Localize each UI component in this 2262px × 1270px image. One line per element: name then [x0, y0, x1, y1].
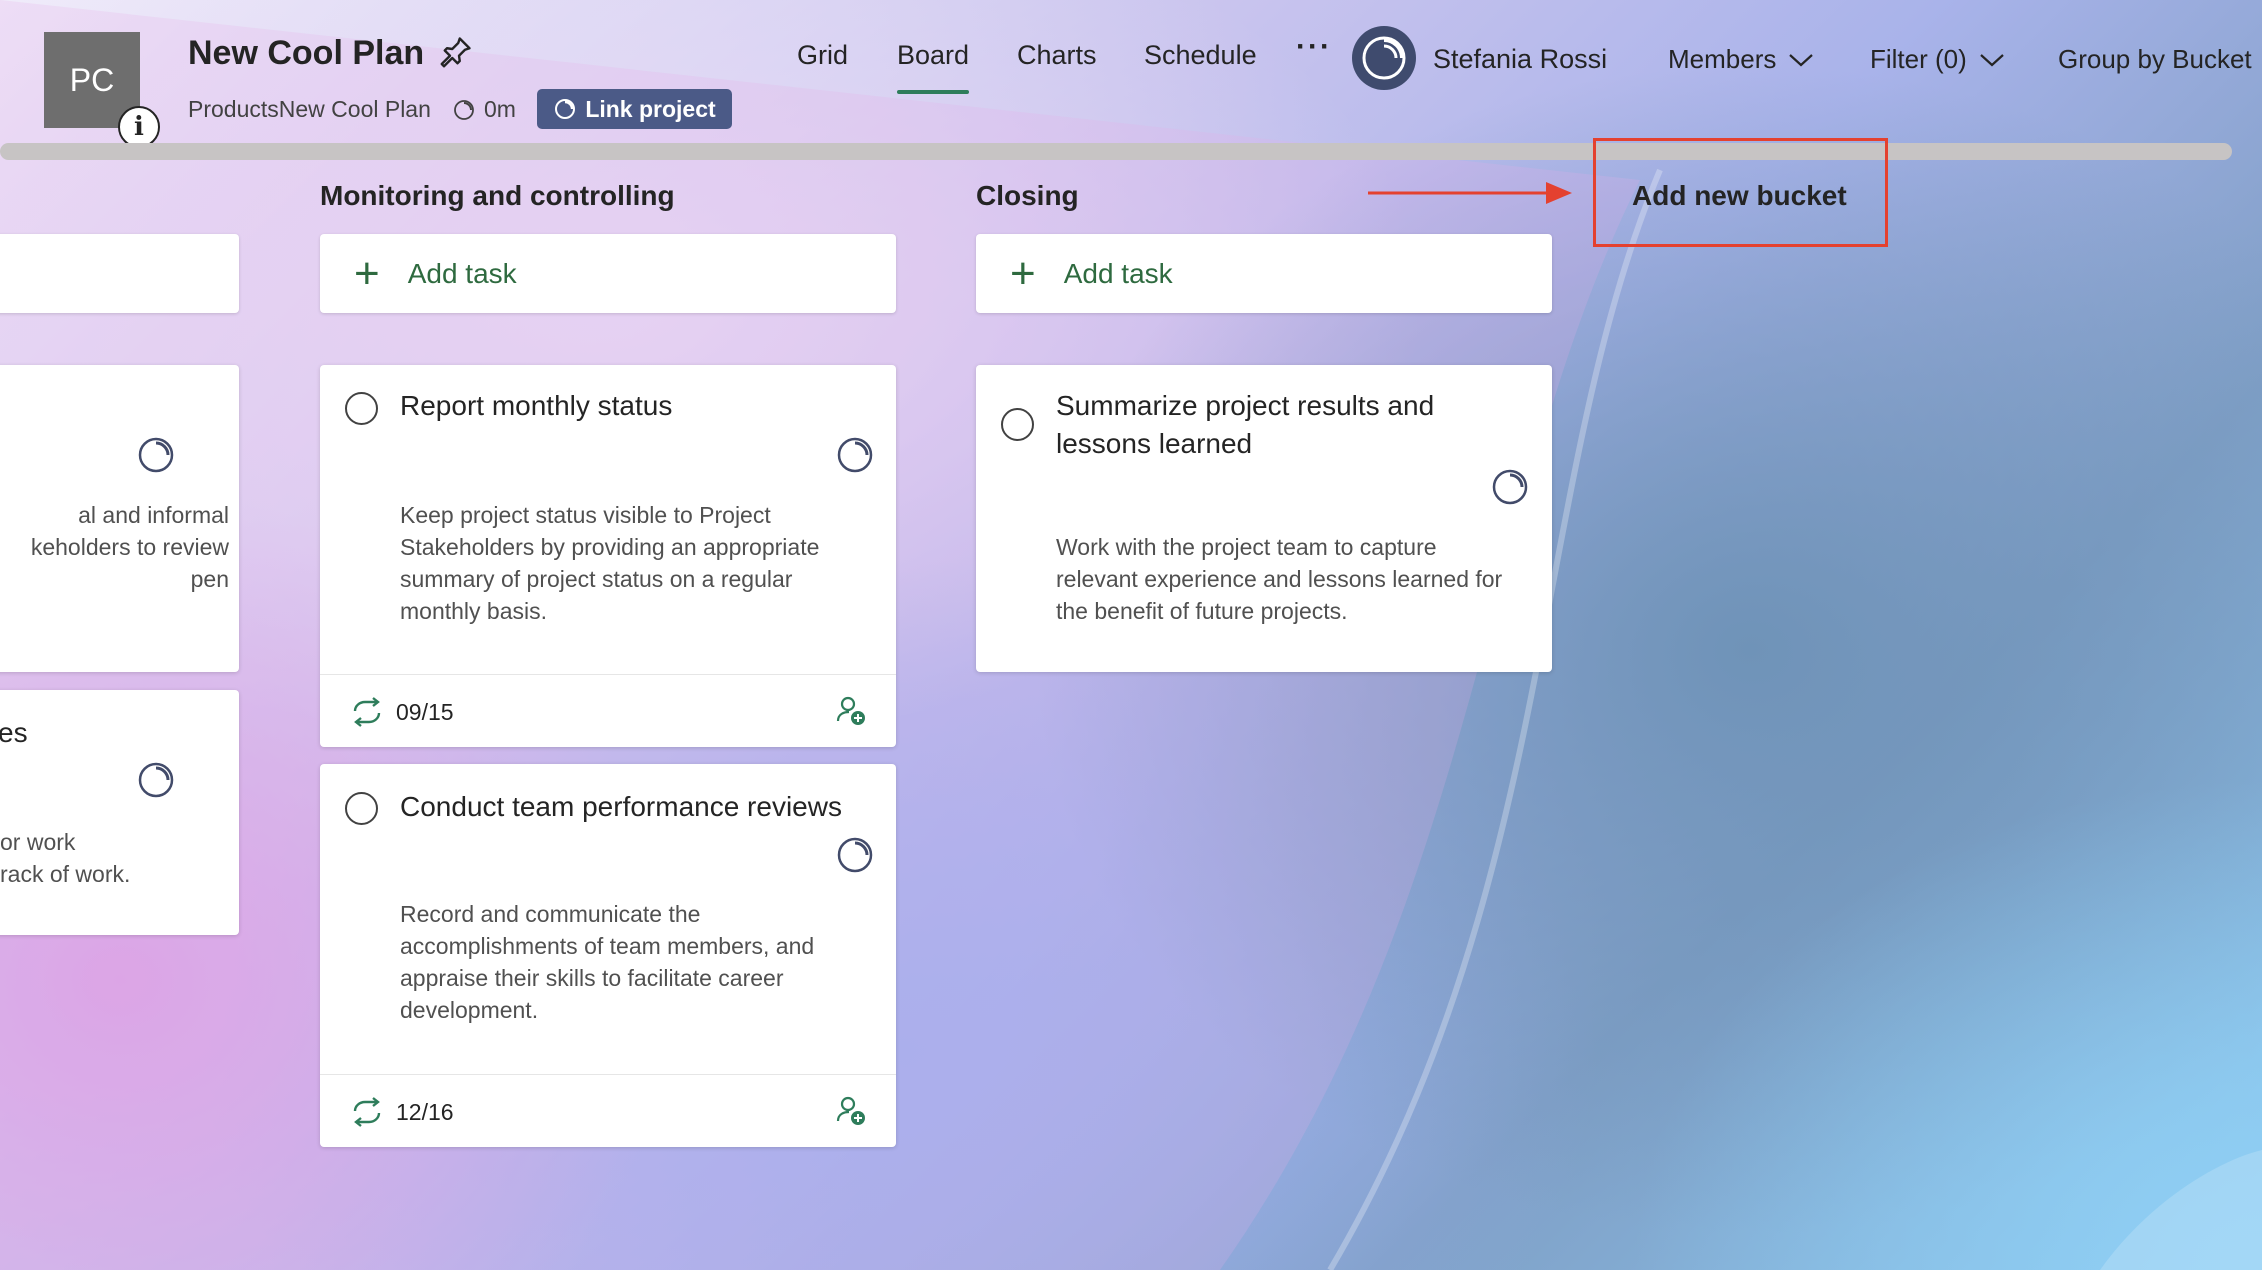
- assign-user-icon[interactable]: [836, 1095, 866, 1127]
- complete-checkbox[interactable]: [345, 392, 378, 425]
- duration-value: 0m: [484, 96, 516, 122]
- members-dropdown[interactable]: Members: [1668, 44, 1814, 75]
- task-description: Work with the project team to capture re…: [1056, 534, 1503, 624]
- add-task-label: Add task: [407, 257, 517, 289]
- progress-icon[interactable]: [137, 436, 175, 474]
- task-description: Record and communicate the accomplishmen…: [400, 901, 815, 1023]
- complete-checkbox[interactable]: [345, 792, 378, 825]
- add-task-button[interactable]: [0, 234, 239, 313]
- link-project-button[interactable]: Link project: [537, 89, 732, 129]
- chevron-down-icon: [1980, 53, 2004, 66]
- header: PC i New Cool Plan ProductsNew Cool Plan…: [0, 0, 2262, 148]
- repeat-icon: [353, 697, 381, 727]
- horizontal-scrollbar[interactable]: [0, 143, 2232, 160]
- plan-initials: PC: [69, 61, 115, 98]
- add-new-bucket-button[interactable]: Add new bucket: [1632, 180, 1847, 212]
- task-footer: 12/16: [320, 1074, 896, 1147]
- task-title: Summarize project results and lessons le…: [1056, 390, 1435, 459]
- task-description: Keep project status visible to Project S…: [400, 502, 820, 624]
- task-card[interactable]: Conduct team performance reviews Record …: [320, 764, 896, 1147]
- task-title: Conduct team performance reviews: [400, 791, 842, 822]
- task-card[interactable]: es or work rack of work.: [0, 690, 239, 935]
- due-date[interactable]: 12/16: [396, 1099, 454, 1126]
- progress-icon[interactable]: [1491, 468, 1529, 506]
- task-card[interactable]: Summarize project results and lessons le…: [976, 365, 1552, 672]
- chevron-down-icon: [1789, 53, 1814, 66]
- task-description: or work rack of work.: [0, 829, 131, 887]
- filter-label: Filter (0): [1870, 44, 1967, 74]
- progress-icon[interactable]: [137, 761, 175, 799]
- group-by-button[interactable]: Group by Bucket: [2058, 44, 2252, 75]
- complete-checkbox[interactable]: [1001, 408, 1034, 441]
- avatar-icon[interactable]: [1352, 26, 1416, 90]
- tab-board[interactable]: Board: [897, 40, 969, 71]
- due-date[interactable]: 09/15: [396, 699, 454, 726]
- timer-icon: [454, 99, 474, 120]
- arrow-icon: [1368, 182, 1572, 204]
- task-description: al and informal keholders to review pen: [30, 502, 229, 592]
- add-task-button[interactable]: + Add task: [976, 234, 1552, 313]
- tab-schedule[interactable]: Schedule: [1144, 40, 1257, 71]
- info-icon[interactable]: i: [118, 106, 160, 148]
- members-label: Members: [1668, 44, 1777, 74]
- user-name[interactable]: Stefania Rossi: [1433, 44, 1607, 75]
- progress-icon[interactable]: [836, 436, 874, 474]
- plus-icon: +: [354, 248, 380, 298]
- add-task-label: Add task: [1063, 257, 1173, 289]
- bucket-title[interactable]: Closing: [976, 180, 1079, 212]
- task-card[interactable]: al and informal keholders to review pen: [0, 365, 239, 672]
- timer-icon: [555, 99, 576, 119]
- repeat-icon: [353, 1097, 381, 1127]
- plan-title: New Cool Plan: [188, 34, 425, 72]
- active-tab-indicator: [897, 90, 969, 94]
- pin-icon[interactable]: [438, 34, 474, 70]
- task-card[interactable]: Report monthly status Keep project statu…: [320, 365, 896, 747]
- task-title: Report monthly status: [400, 390, 673, 421]
- task-title: es: [0, 717, 28, 748]
- duration: 0m: [452, 96, 516, 123]
- add-task-button[interactable]: + Add task: [320, 234, 896, 313]
- breadcrumb[interactable]: ProductsNew Cool Plan: [188, 96, 431, 123]
- more-options-button[interactable]: ···: [1296, 30, 1332, 64]
- tab-grid[interactable]: Grid: [797, 40, 848, 71]
- bucket-title[interactable]: Monitoring and controlling: [320, 180, 675, 212]
- link-project-label: Link project: [585, 95, 716, 122]
- info-glyph: i: [134, 112, 144, 142]
- plus-icon: +: [1010, 248, 1036, 298]
- tab-charts[interactable]: Charts: [1017, 40, 1097, 71]
- progress-icon[interactable]: [836, 836, 874, 874]
- filter-dropdown[interactable]: Filter (0): [1870, 44, 2005, 75]
- assign-user-icon[interactable]: [836, 695, 866, 727]
- task-footer: 09/15: [320, 674, 896, 747]
